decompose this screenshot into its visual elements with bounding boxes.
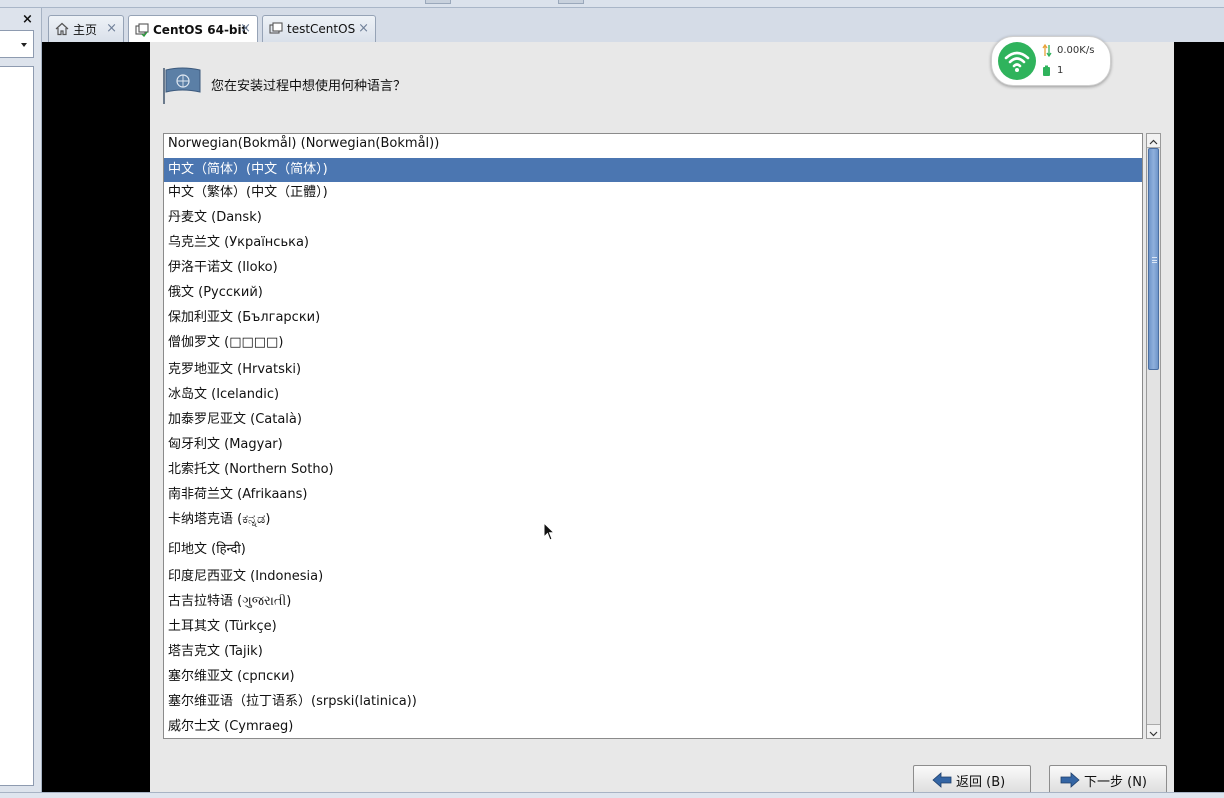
wifi-icon [998, 42, 1036, 80]
top-handle-left[interactable] [425, 0, 451, 4]
scroll-down-button[interactable] [1147, 724, 1160, 738]
language-option[interactable]: 克罗地亚文 (Hrvatski) [164, 360, 1142, 382]
vm-display[interactable]: 您在安装过程中想使用何种语言？ Norwegian(Bokmål) (Norwe… [42, 36, 1224, 798]
language-option[interactable]: 塞尔维亚文 (српски) [164, 667, 1142, 689]
language-option[interactable]: 乌克兰文 (Українська) [164, 233, 1142, 255]
tab-home-label: 主页 [73, 22, 98, 37]
next-button[interactable]: 下一步 (N) [1049, 765, 1167, 795]
device-icon [1043, 65, 1050, 76]
language-option[interactable]: 保加利亚文 (Български) [164, 308, 1142, 330]
tab-testcentos[interactable]: testCentOS × [262, 15, 376, 42]
language-option[interactable]: 加泰罗尼亚文 (Català) [164, 410, 1142, 432]
vm-icon [269, 22, 283, 34]
library-panel: × [0, 8, 42, 798]
tab-centos-64[interactable]: CentOS 64-bit × [128, 15, 258, 43]
language-option[interactable]: 伊洛干诺文 (Iloko) [164, 258, 1142, 280]
back-button-label: 返回 (B) [956, 774, 1006, 790]
tab-home[interactable]: 主页 × [48, 15, 124, 42]
network-monitor-widget[interactable]: 0.00K/s 1 [991, 36, 1111, 86]
language-option[interactable]: 俄文 (Русский) [164, 283, 1142, 305]
tab-centos-64-close-icon[interactable]: × [240, 21, 251, 36]
arrow-left-icon [932, 772, 952, 788]
device-count: 1 [1057, 65, 1064, 76]
scrollbar-thumb[interactable] [1148, 148, 1159, 370]
status-bar [0, 792, 1224, 798]
library-close-icon[interactable]: × [22, 12, 33, 27]
language-option[interactable]: 北索托文 (Northern Sotho) [164, 460, 1142, 482]
top-handle-right[interactable] [558, 0, 584, 4]
language-list-scrollbar[interactable] [1146, 133, 1161, 739]
language-option[interactable]: 中文（繁体）(中文（正體）) [164, 183, 1142, 205]
tab-centos-64-label: CentOS 64-bit [153, 22, 248, 37]
back-button[interactable]: 返回 (B) [913, 765, 1031, 795]
anaconda-installer: 您在安装过程中想使用何种语言？ Norwegian(Bokmål) (Norwe… [150, 42, 1174, 798]
tab-testcentos-close-icon[interactable]: × [358, 21, 369, 36]
next-button-label: 下一步 (N) [1084, 774, 1148, 790]
language-option-selected[interactable]: 中文（简体）(中文（简体）) [164, 158, 1142, 182]
language-option[interactable]: 冰岛文 (Icelandic) [164, 385, 1142, 407]
grip-icon [1152, 257, 1157, 263]
chevron-down-icon [1149, 731, 1158, 737]
window-top-strip [0, 0, 1224, 8]
language-option[interactable]: 土耳其文 (Türkçe) [164, 617, 1142, 639]
vm-icon [135, 22, 149, 37]
language-option[interactable]: 印地文 (हिन्दी) [164, 540, 1142, 562]
language-option[interactable]: 僧伽罗文 (□□□□) [164, 333, 1142, 355]
language-option[interactable]: 丹麦文 (Dansk) [164, 208, 1142, 230]
upload-download-icon [1042, 44, 1052, 57]
language-option[interactable]: 南非荷兰文 (Afrikaans) [164, 485, 1142, 507]
library-filter-dropdown[interactable] [0, 30, 34, 58]
language-option[interactable]: 卡纳塔克语 (ಕನ್ನಡ) [164, 510, 1142, 532]
tab-home-close-icon[interactable]: × [106, 21, 117, 36]
language-list[interactable]: Norwegian(Bokmål) (Norwegian(Bokmål)) 中文（… [163, 133, 1143, 739]
chevron-down-icon [21, 43, 27, 47]
scroll-up-button[interactable] [1147, 134, 1160, 148]
language-option[interactable]: 威尔士文 (Cymraeg) [164, 717, 1142, 738]
mouse-cursor-icon [543, 522, 556, 541]
arrow-right-icon [1060, 772, 1080, 788]
language-prompt: 您在安装过程中想使用何种语言？ [211, 79, 407, 94]
language-option[interactable]: Norwegian(Bokmål) (Norwegian(Bokmål)) [164, 134, 1142, 156]
network-speed: 0.00K/s [1057, 45, 1095, 56]
language-option[interactable]: 塔吉克文 (Tajik) [164, 642, 1142, 664]
language-option[interactable]: 印度尼西亚文 (Indonesia) [164, 567, 1142, 589]
tab-testcentos-label: testCentOS [287, 22, 356, 36]
language-option[interactable]: 古吉拉特语 (ગુજરાતી) [164, 592, 1142, 614]
language-option[interactable]: 塞尔维亚语（拉丁语系）(srpski(latinica)) [164, 692, 1142, 714]
language-option[interactable]: 匈牙利文 (Magyar) [164, 435, 1142, 457]
home-icon [55, 22, 69, 36]
library-tree[interactable] [0, 66, 34, 786]
flag-icon [163, 67, 201, 104]
